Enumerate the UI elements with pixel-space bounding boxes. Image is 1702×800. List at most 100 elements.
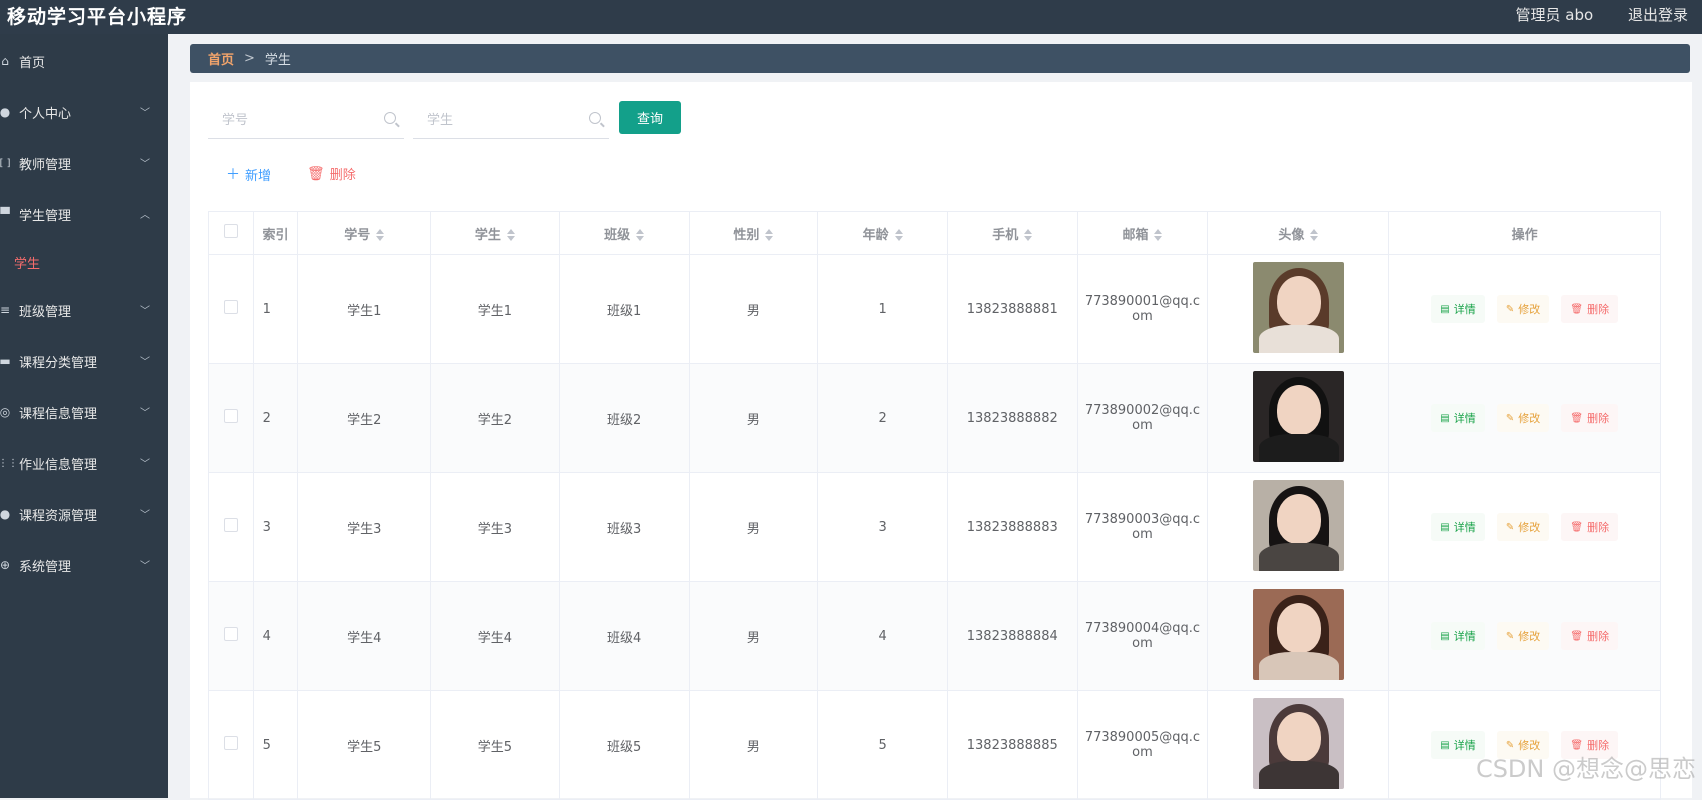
- table-row: 3 学生3 学生3 班级3 男 3 13823888883 773890003@…: [208, 472, 1661, 582]
- sidebar-item-homework-info[interactable]: ⋮⋮ 作业信息管理 ﹀: [0, 446, 168, 480]
- row-checkbox[interactable]: [223, 518, 238, 532]
- sidebar-item-label: 课程分类管理: [19, 355, 98, 371]
- col-age[interactable]: 年龄: [817, 211, 948, 255]
- edit-label: 修改: [1518, 630, 1541, 643]
- sort-icon[interactable]: [636, 229, 645, 241]
- select-all-checkbox[interactable]: [223, 224, 238, 238]
- sidebar-item-teacher-management[interactable]: [ ] 教师管理 ﹀: [0, 146, 168, 180]
- avatar[interactable]: [1252, 588, 1344, 680]
- detail-label: 详情: [1453, 739, 1476, 752]
- sidebar-item-course-category[interactable]: ▬ 课程分类管理 ﹀: [0, 344, 168, 378]
- admin-user-label[interactable]: 管理员 abo: [1516, 6, 1594, 24]
- sort-icon[interactable]: [1310, 229, 1319, 241]
- sidebar-item-personal-center[interactable]: ● 个人中心 ﹀: [0, 95, 168, 129]
- breadcrumb-home[interactable]: 首页: [208, 49, 234, 68]
- delete-button[interactable]: 🗑 删除: [1561, 295, 1619, 323]
- edit-button[interactable]: ✎ 修改: [1496, 295, 1550, 323]
- watermark: CSDN @想念@思恋: [1475, 755, 1696, 783]
- col-phone[interactable]: 手机: [946, 211, 1078, 255]
- chevron-up-icon: ︿: [140, 210, 150, 221]
- settings-icon: ⊕: [0, 558, 11, 572]
- cell-phone: 13823888883: [946, 472, 1078, 582]
- cell-gender: 男: [688, 690, 819, 800]
- cell-index: 1: [252, 254, 299, 364]
- sidebar-item-student-management[interactable]: ▀ 学生管理 ︿: [0, 197, 168, 231]
- sort-icon[interactable]: [894, 229, 903, 241]
- col-student-no[interactable]: 学号: [297, 211, 432, 255]
- edit-button[interactable]: ✎ 修改: [1496, 513, 1550, 541]
- sort-icon[interactable]: [376, 229, 385, 241]
- sort-icon[interactable]: [506, 229, 515, 241]
- delete-button[interactable]: 🗑 删除: [1561, 404, 1619, 432]
- avatar[interactable]: [1252, 370, 1344, 462]
- row-checkbox[interactable]: [223, 300, 238, 314]
- cell-index: 3: [252, 472, 299, 582]
- delete-button[interactable]: 🗑 删除: [1561, 513, 1619, 541]
- trash-icon: 🗑: [307, 165, 325, 182]
- student-no-search: [208, 102, 404, 139]
- sidebar-item-label: 个人中心: [19, 106, 72, 122]
- document-icon: ▤: [1440, 630, 1450, 642]
- monitor-icon: ▬: [0, 354, 11, 368]
- add-button[interactable]: ＋ 新增: [226, 164, 271, 184]
- sidebar-item-home[interactable]: ⌂ 首页: [0, 44, 168, 78]
- document-icon: ▤: [1440, 521, 1450, 533]
- chevron-down-icon: ﹀: [140, 459, 150, 470]
- edit-label: 修改: [1518, 412, 1541, 425]
- cell-email: 773890005@qq.c om: [1076, 690, 1209, 800]
- detail-button[interactable]: ▤ 详情: [1431, 622, 1485, 650]
- cell-email: 773890002@qq.c om: [1076, 363, 1209, 473]
- email-line-1: 773890003@qq.c: [1084, 512, 1201, 527]
- avatar[interactable]: [1252, 479, 1344, 571]
- breadcrumb-current: 学生: [264, 53, 291, 68]
- detail-label: 详情: [1453, 521, 1476, 534]
- table-row: 1 学生1 学生1 班级1 男 1 13823888881 773890001@…: [208, 254, 1661, 364]
- query-button[interactable]: 查询: [619, 101, 681, 134]
- cell-phone: 13823888881: [946, 254, 1078, 364]
- cell-email: 773890004@qq.c om: [1076, 581, 1209, 691]
- chevron-down-icon: ﹀: [140, 408, 150, 419]
- col-gender[interactable]: 性别: [688, 211, 819, 255]
- edit-button[interactable]: ✎ 修改: [1496, 404, 1550, 432]
- student-no-input[interactable]: [208, 102, 384, 138]
- cell-ops: ▤ 详情 ✎ 修改 🗑 删除: [1388, 363, 1661, 473]
- edit-label: 修改: [1518, 303, 1541, 316]
- col-email[interactable]: 邮箱: [1076, 211, 1209, 255]
- sort-icon[interactable]: [1154, 229, 1163, 241]
- row-checkbox[interactable]: [223, 736, 238, 750]
- delete-button[interactable]: 🗑 删除: [1561, 622, 1619, 650]
- apps-icon: ⋮⋮: [0, 457, 18, 469]
- pencil-icon: ✎: [1505, 630, 1515, 642]
- logout-link[interactable]: 退出登录: [1628, 6, 1688, 24]
- cell-student: 学生4: [430, 581, 560, 691]
- top-bar: 移动学习平台小程序 管理员 abo 退出登录: [0, 0, 1702, 34]
- col-student[interactable]: 学生: [430, 211, 560, 255]
- sidebar-item-system-management[interactable]: ⊕ 系统管理 ﹀: [0, 548, 168, 582]
- detail-button[interactable]: ▤ 详情: [1431, 513, 1485, 541]
- sidebar-item-student[interactable]: 学生: [0, 245, 182, 279]
- col-avatar[interactable]: 头像: [1207, 211, 1390, 255]
- sidebar-item-course-info[interactable]: ◎ 课程信息管理 ﹀: [0, 395, 168, 429]
- avatar[interactable]: [1252, 697, 1344, 789]
- row-checkbox[interactable]: [223, 409, 238, 423]
- col-class[interactable]: 班级: [558, 211, 690, 255]
- row-checkbox[interactable]: [223, 627, 238, 641]
- table-row: 5 学生5 学生5 班级5 男 5 13823888885 773890005@…: [208, 690, 1661, 800]
- avatar[interactable]: [1252, 261, 1344, 353]
- batch-delete-button[interactable]: 🗑 删除: [307, 164, 356, 184]
- detail-button[interactable]: ▤ 详情: [1431, 295, 1485, 323]
- sort-icon[interactable]: [765, 229, 774, 241]
- student-name-input[interactable]: [413, 102, 589, 138]
- document-icon: ▤: [1440, 412, 1450, 424]
- sidebar-item-label: 作业信息管理: [19, 457, 98, 473]
- detail-button[interactable]: ▤ 详情: [1431, 404, 1485, 432]
- user-icon: ●: [0, 105, 11, 119]
- sort-icon[interactable]: [1024, 229, 1033, 241]
- edit-button[interactable]: ✎ 修改: [1496, 622, 1550, 650]
- cell-ops: ▤ 详情 ✎ 修改 🗑 删除: [1388, 254, 1661, 364]
- cell-avatar: [1207, 254, 1390, 364]
- cell-student-no: 学生4: [297, 581, 432, 691]
- sidebar-item-class-management[interactable]: ≡ 班级管理 ﹀: [0, 293, 168, 327]
- email-line-2: om: [1132, 527, 1153, 542]
- sidebar-item-course-resource[interactable]: ● 课程资源管理 ﹀: [0, 497, 168, 531]
